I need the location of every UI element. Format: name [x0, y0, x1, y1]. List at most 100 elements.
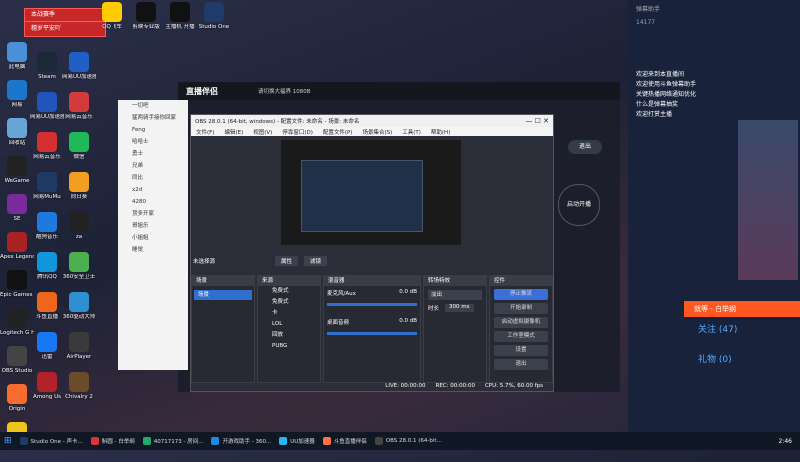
taskbar-app[interactable]: 斛圆 - 白举纲 [87, 432, 139, 450]
desktop-icon[interactable]: QQ飞车 [95, 2, 129, 42]
streamer-tag: 就等 - 白举纲 [684, 301, 800, 317]
desktop-icon[interactable]: 网易云音乐 [62, 92, 96, 132]
app-icon [69, 92, 89, 112]
chat-list-item[interactable]: 猛两骑手接你回家 [118, 112, 188, 124]
control-button[interactable]: 开始录制 [494, 303, 548, 314]
source-item[interactable]: PUBG [258, 341, 320, 352]
menu-item[interactable]: 文件(F) [196, 128, 214, 136]
desktop-icon[interactable]: Apex Legends [0, 232, 34, 272]
taskbar-app[interactable]: 斗鱼直播伴侣 [319, 432, 371, 450]
desktop-icon[interactable]: 剪映专业版 [129, 2, 163, 42]
chat-list-item[interactable]: x2d [118, 184, 188, 196]
control-button[interactable]: 退出 [494, 359, 548, 370]
source-item[interactable]: 免费式 [258, 297, 320, 308]
chat-list-item[interactable]: 一切吧 [118, 100, 188, 112]
volume-slider[interactable] [327, 332, 417, 335]
menu-item[interactable]: 编辑(E) [224, 128, 243, 136]
desktop-icon[interactable]: Origin [0, 384, 34, 424]
desktop-icon[interactable]: 网易云音乐 [30, 132, 64, 172]
menu-item[interactable]: 视图(V) [253, 128, 272, 136]
desktop-icon[interactable]: 此电脑 [0, 42, 34, 82]
desktop-icon[interactable]: 360安全卫士 [62, 252, 96, 292]
desktop-icon[interactable]: 斗鱼直播 [30, 292, 64, 332]
menu-item[interactable]: 配置文件(P) [323, 128, 353, 136]
app-icon [37, 172, 57, 192]
app-icon [69, 212, 89, 232]
app-icon [69, 132, 89, 152]
desktop-icon[interactable]: WeGame [0, 156, 34, 196]
no-source-label: 未选择源 [193, 259, 216, 265]
app-icon [37, 252, 57, 272]
menu-item[interactable]: 帮助(H) [431, 128, 450, 136]
taskbar-app[interactable]: 开游戏助手 - 360... [207, 432, 275, 450]
desktop-icon-label: 剪映专业版 [132, 24, 160, 30]
chat-list-item[interactable]: 哥姐乐 [118, 220, 188, 232]
desktop-icon[interactable]: OBS Studio [0, 346, 34, 386]
streamer-tag-text: 就等 - 白举纲 [694, 305, 736, 313]
control-button[interactable]: 停止推流 [494, 289, 548, 300]
taskbar-app[interactable]: 40717173 - 房间... [139, 432, 208, 450]
window-controls[interactable]: — ☐ ✕ [525, 117, 549, 125]
scene-item[interactable]: 场景 [194, 290, 252, 300]
game-art [738, 120, 798, 280]
chat-list-item[interactable]: 同比 [118, 172, 188, 184]
control-button[interactable]: 启动虚拟摄像机 [494, 317, 548, 328]
desktop-icon[interactable]: 网易UU加速器 [30, 92, 64, 132]
desktop-icon[interactable]: za [62, 212, 96, 252]
chat-list-item[interactable]: 4280 [118, 196, 188, 208]
desktop-icon[interactable]: 网易UU加速器 [62, 52, 96, 92]
chat-list-item[interactable]: 小姐姐 [118, 232, 188, 244]
source-item[interactable]: 免费式 [258, 286, 320, 297]
app-icon [322, 437, 331, 445]
transition-select[interactable]: 淡出 [428, 290, 482, 300]
chat-list-item[interactable]: 顶多开家 [118, 208, 188, 220]
start-button[interactable]: ⊞ [0, 432, 16, 450]
desktop-icon[interactable]: 360驱动大师 [62, 292, 96, 332]
sources-header: 来源 [258, 276, 320, 286]
source-item[interactable]: 回放 [258, 330, 320, 341]
chat-list-item[interactable]: 哈哈士 [118, 136, 188, 148]
chat-list-item[interactable]: 兄弟 [118, 160, 188, 172]
taskbar-app[interactable]: Studio One - 声卡... [16, 432, 87, 450]
control-button[interactable]: 设置 [494, 345, 548, 356]
source-item[interactable]: LOL [258, 319, 320, 330]
desktop-icon[interactable]: Logitech G HUB [0, 308, 34, 348]
menu-item[interactable]: 工具(T) [402, 128, 421, 136]
taskbar-app[interactable]: UU加速器 [275, 432, 319, 450]
desktop-icon[interactable]: Chivalry 2 [62, 372, 96, 412]
exit-button[interactable]: 退出 [568, 140, 602, 154]
desktop-icon[interactable]: AirPlayer [62, 332, 96, 372]
mixer-channel-name: 桌面音频 [327, 320, 350, 326]
desktop-icon[interactable]: 回收站 [0, 118, 34, 158]
filters-button[interactable]: 滤镜 [304, 256, 328, 266]
menu-item[interactable]: 停靠窗口(D) [282, 128, 313, 136]
desktop-icon[interactable]: 向日葵 [62, 172, 96, 212]
source-item[interactable]: 卡 [258, 308, 320, 319]
desktop-icon[interactable]: 迅雷 [30, 332, 64, 372]
volume-slider[interactable] [327, 303, 417, 306]
duration-input[interactable]: 300 ms [445, 304, 474, 312]
companion-right-col: 退出 启动开播 [548, 110, 608, 310]
properties-button[interactable]: 属性 [275, 256, 299, 266]
chat-list-item[interactable]: Feng [118, 124, 188, 136]
desktop-icon[interactable]: Among Us [30, 372, 64, 412]
start-live-button[interactable]: 启动开播 [558, 184, 600, 226]
chat-list-item[interactable]: 勇士 [118, 148, 188, 160]
desktop-icon[interactable]: Studio One [197, 2, 231, 42]
control-button[interactable]: 工作室模式 [494, 331, 548, 342]
desktop-icon[interactable]: 腾讯QQ [30, 252, 64, 292]
desktop-icon[interactable]: 微信 [62, 132, 96, 172]
desktop-icon[interactable]: 酷狗音乐 [30, 212, 64, 252]
app-icon [69, 172, 89, 192]
desktop-icon[interactable]: Steam [30, 52, 64, 92]
menu-item[interactable]: 场景集合(S) [362, 128, 392, 136]
desktop-icon[interactable]: 主播机 开播 [163, 2, 197, 42]
taskbar-app[interactable]: OBS 28.0.1 (64-bit... [371, 432, 446, 450]
desktop-icon[interactable]: 网易MuMu [30, 172, 64, 212]
desktop-icon[interactable]: Epic Games Launcher [0, 270, 34, 310]
obs-window: OBS 28.0.1 (64-bit, windows) - 配置文件: 未命名… [190, 114, 554, 392]
chat-list-item[interactable]: 睡觉 [118, 244, 188, 256]
desktop-icon[interactable]: 网易 [0, 80, 34, 120]
desktop-icon[interactable]: SE [0, 194, 34, 234]
live-status: LIVE: 00:00:00 [385, 383, 426, 389]
